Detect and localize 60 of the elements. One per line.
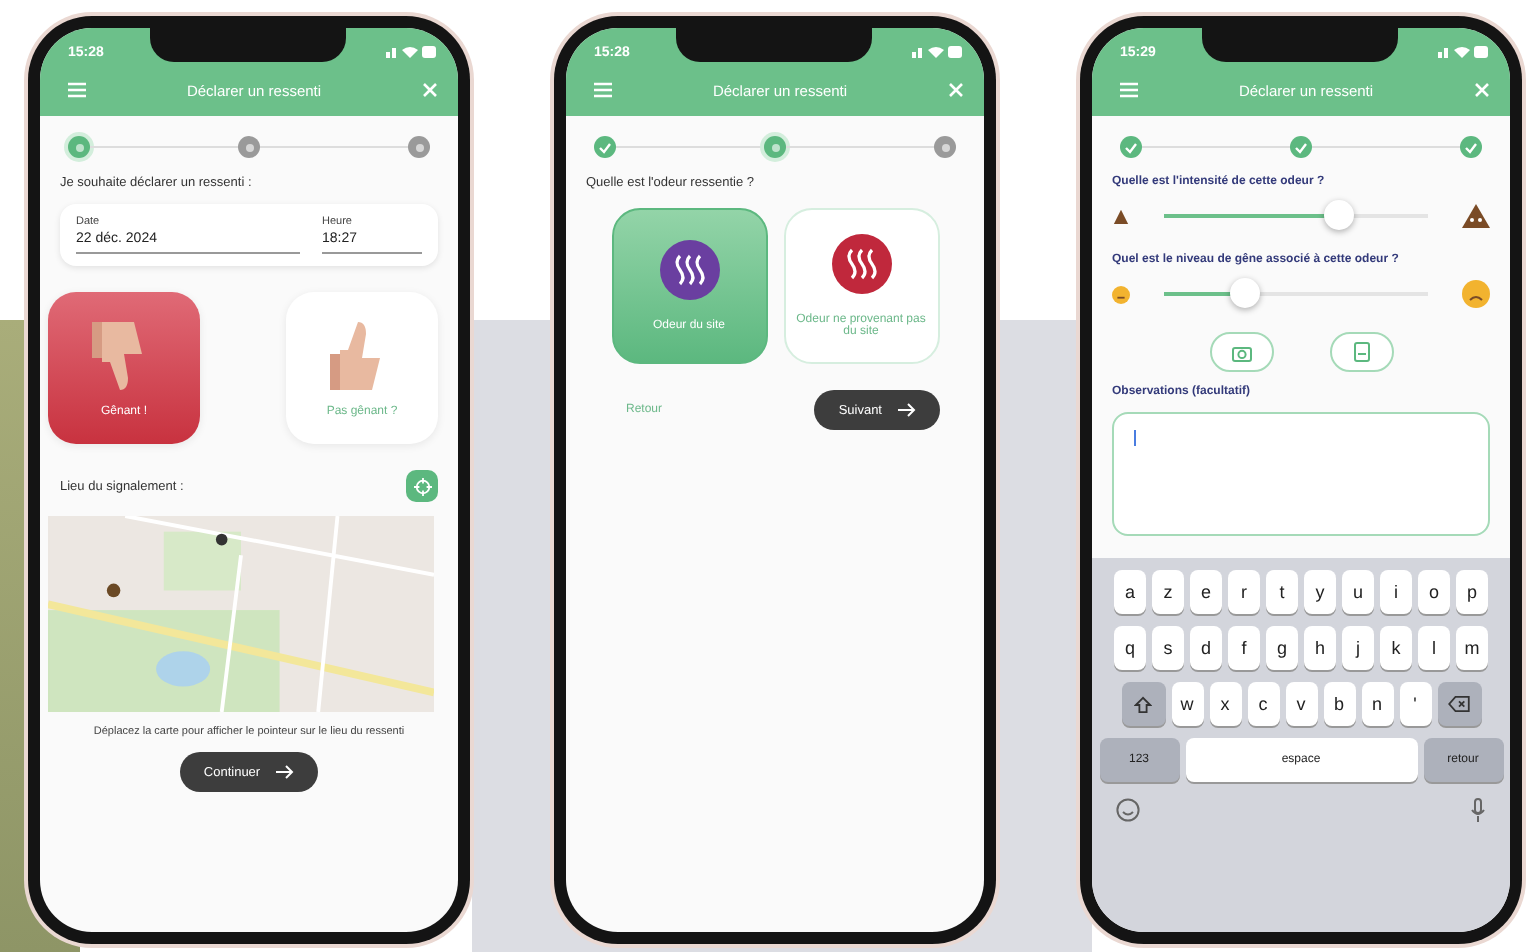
- locate-button[interactable]: [406, 470, 438, 502]
- keyboard-key[interactable]: u: [1342, 570, 1374, 614]
- close-icon[interactable]: [1474, 82, 1490, 98]
- microphone-icon[interactable]: [1470, 798, 1486, 822]
- menu-icon[interactable]: [1120, 82, 1138, 98]
- keyboard-key[interactable]: k: [1380, 626, 1412, 670]
- camera-icon: [1231, 343, 1251, 361]
- slider-thumb[interactable]: [1229, 278, 1260, 308]
- keyboard-key[interactable]: e: [1190, 570, 1222, 614]
- keyboard-key[interactable]: v: [1285, 682, 1317, 726]
- backspace-key[interactable]: [1437, 682, 1481, 726]
- keyboard-key[interactable]: d: [1190, 626, 1222, 670]
- keyboard-key[interactable]: t: [1266, 570, 1298, 614]
- shift-icon: [1134, 695, 1152, 713]
- shift-key[interactable]: [1121, 682, 1165, 726]
- arrow-icon: [898, 402, 916, 418]
- status-icons: [912, 44, 964, 60]
- status-icons: [386, 44, 438, 60]
- keyboard-key[interactable]: f: [1228, 626, 1260, 670]
- keyboard-key[interactable]: s: [1152, 626, 1184, 670]
- keyboard-key[interactable]: a: [1114, 570, 1146, 614]
- backspace-icon: [1448, 696, 1470, 712]
- keyboard-key[interactable]: m: [1456, 626, 1488, 670]
- keyboard-key[interactable]: n: [1361, 682, 1393, 726]
- slider-track[interactable]: [1164, 278, 1428, 310]
- keyboard-key[interactable]: c: [1247, 682, 1279, 726]
- keyboard-key[interactable]: q: [1114, 626, 1146, 670]
- keyboard-key[interactable]: y: [1304, 570, 1336, 614]
- keyboard-key[interactable]: b: [1323, 682, 1355, 726]
- keyboard-key[interactable]: h: [1304, 626, 1336, 670]
- keyboard-key[interactable]: j: [1342, 626, 1374, 670]
- large-pile-icon: [1462, 204, 1490, 228]
- observations-field[interactable]: [1112, 412, 1490, 536]
- keyboard-key[interactable]: p: [1456, 570, 1488, 614]
- menu-icon[interactable]: [68, 82, 86, 98]
- keyboard-key[interactable]: r: [1228, 570, 1260, 614]
- small-pile-icon: [1112, 208, 1130, 224]
- keyboard-key[interactable]: l: [1418, 626, 1450, 670]
- close-icon[interactable]: [948, 82, 964, 98]
- arrow-icon: [276, 764, 295, 780]
- keyboard-key[interactable]: x: [1209, 682, 1241, 726]
- keyboard-key[interactable]: z: [1152, 570, 1184, 614]
- menu-icon[interactable]: [594, 82, 612, 98]
- slider-track[interactable]: [1164, 200, 1428, 232]
- document-icon: [1353, 342, 1369, 362]
- camera-button[interactable]: [1209, 332, 1273, 372]
- document-button[interactable]: [1329, 332, 1393, 372]
- frowning-face-icon: [1462, 280, 1490, 308]
- slider-thumb[interactable]: [1324, 200, 1355, 230]
- neutral-face-icon: [1112, 285, 1130, 303]
- keyboard-key[interactable]: w: [1171, 682, 1203, 726]
- keyboard-key[interactable]: o: [1418, 570, 1450, 614]
- keyboard-key[interactable]: ': [1399, 682, 1431, 726]
- status-icons: [1438, 44, 1490, 60]
- emoji-icon[interactable]: [1116, 798, 1140, 822]
- close-icon[interactable]: [422, 82, 438, 98]
- map-drawing[interactable]: [48, 516, 434, 712]
- keyboard-key[interactable]: g: [1266, 626, 1298, 670]
- crosshair-icon: [413, 477, 431, 495]
- keyboard-key[interactable]: i: [1380, 570, 1412, 614]
